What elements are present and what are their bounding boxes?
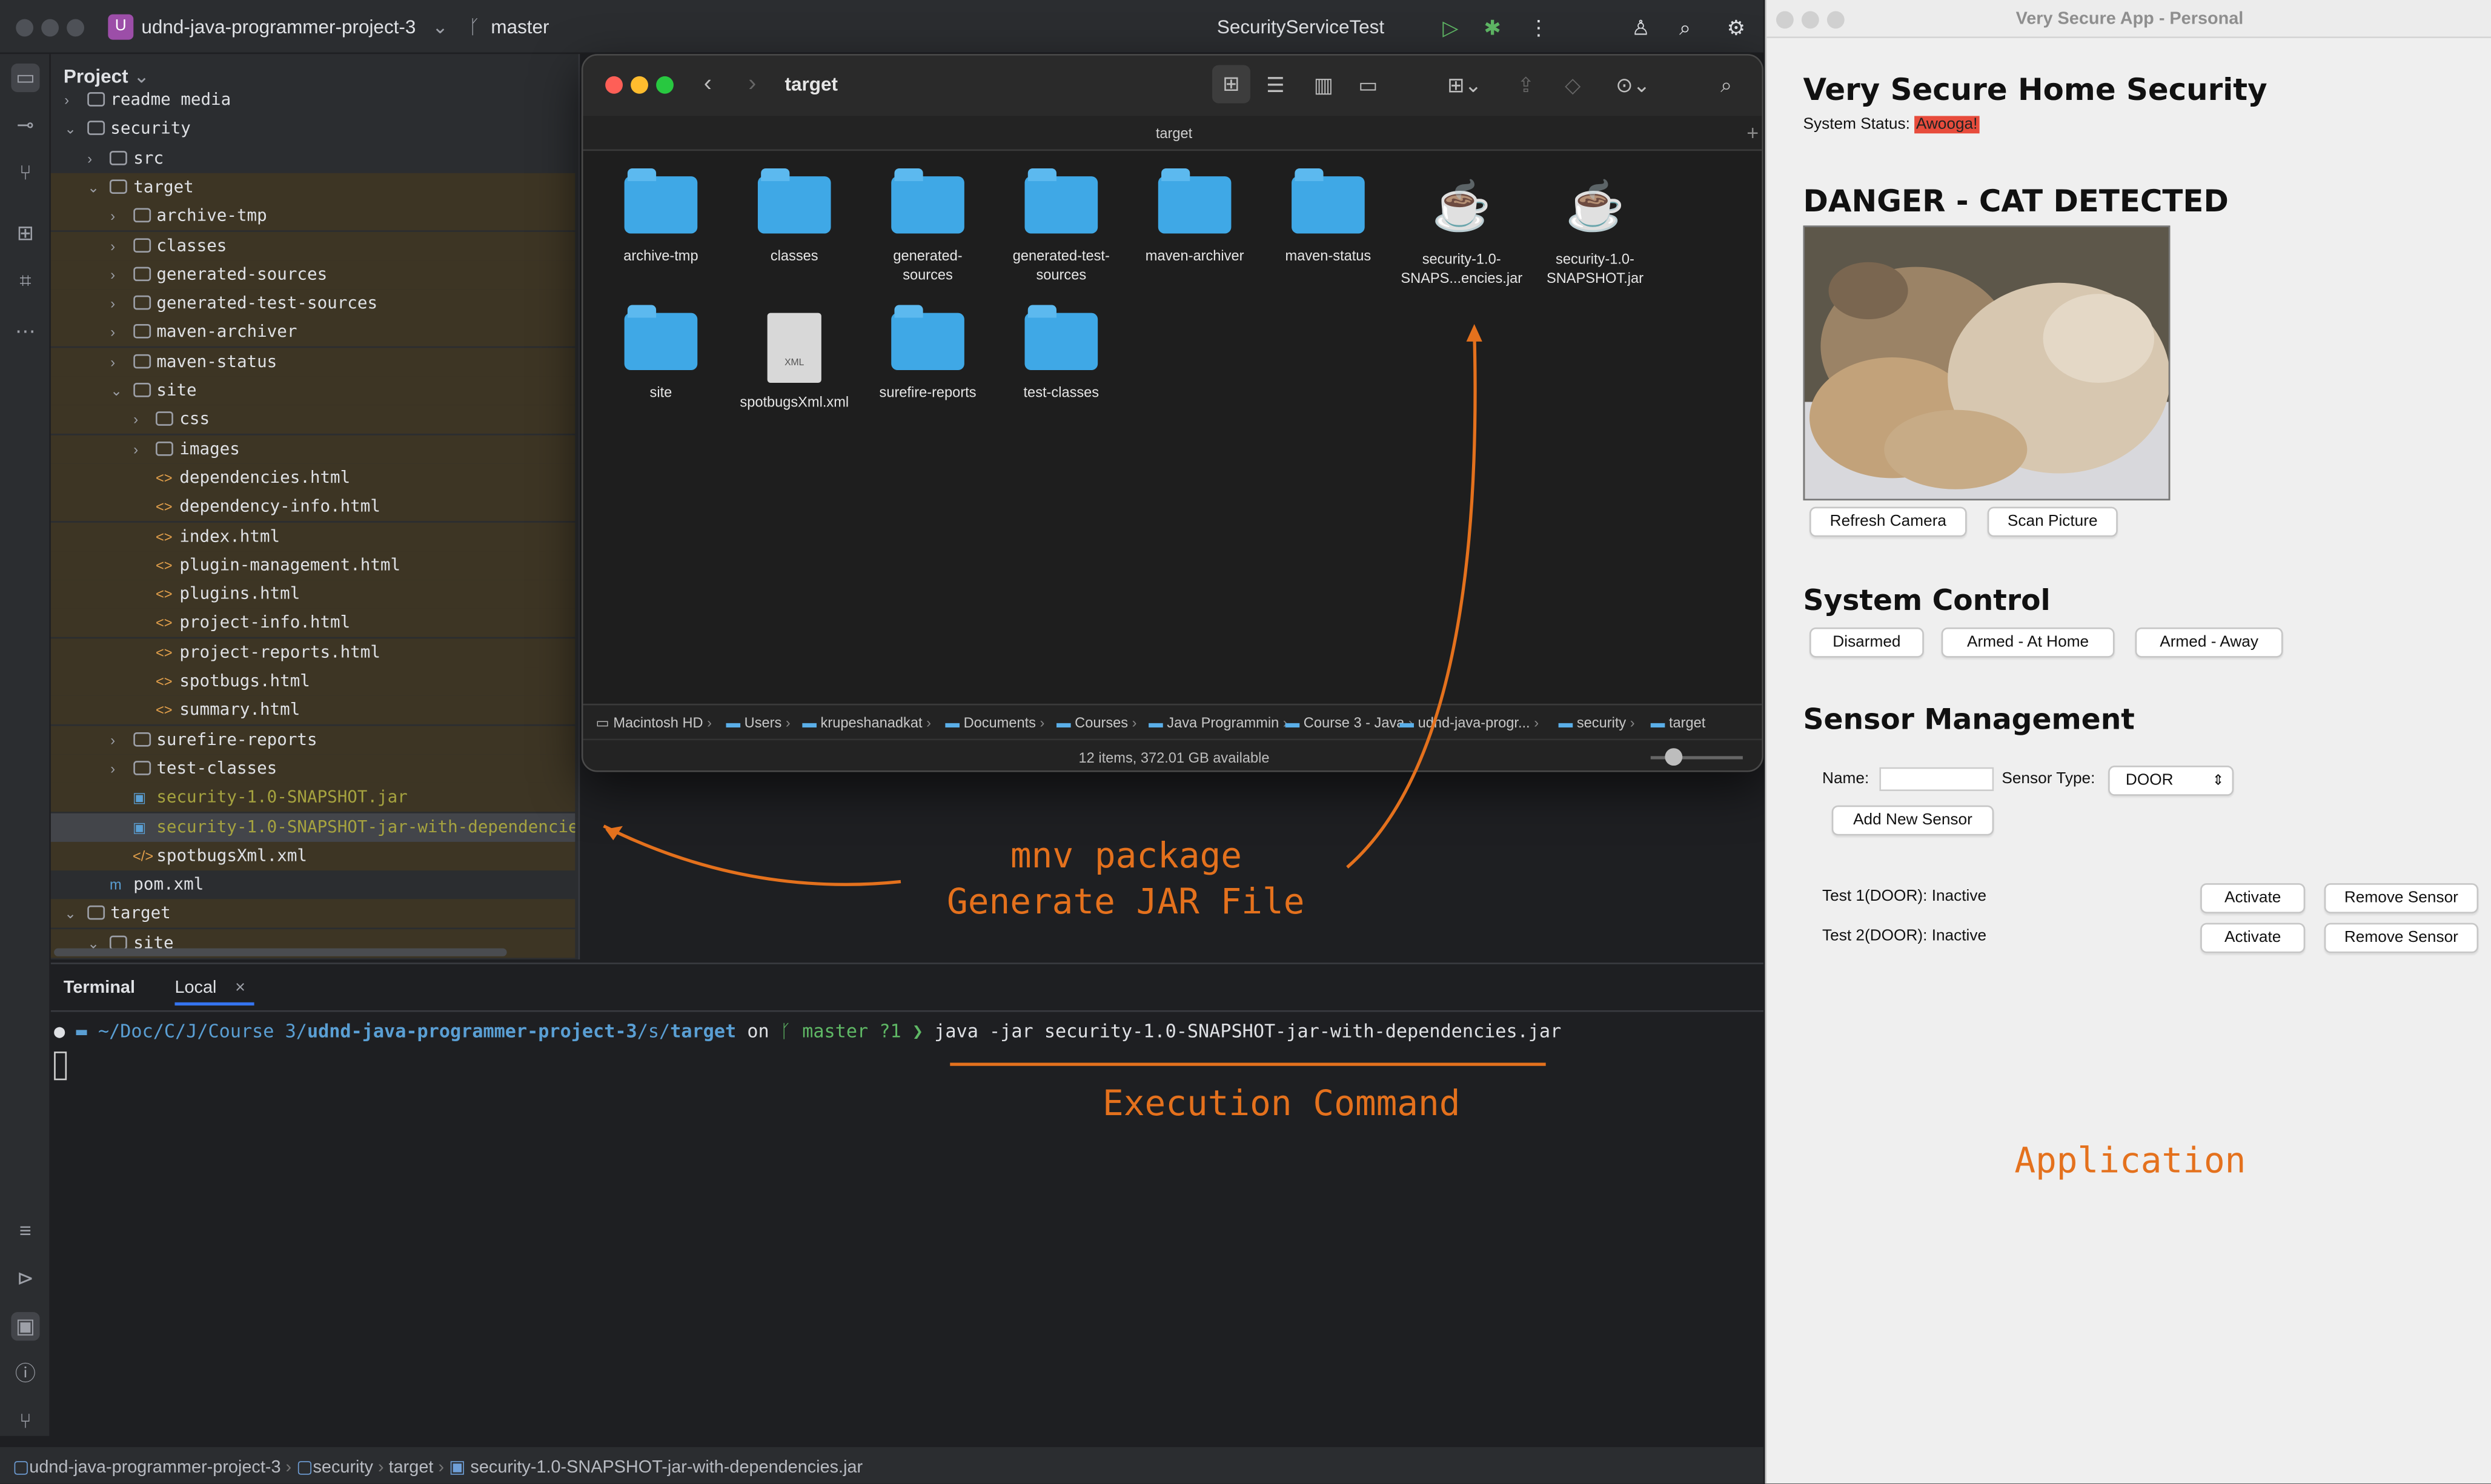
app-title-bar: Very Secure App - Personal bbox=[1766, 0, 2491, 38]
disarmed-button[interactable]: Disarmed bbox=[1809, 627, 1924, 658]
activate-sensor-button[interactable]: Activate bbox=[2200, 923, 2306, 953]
annotation-jar: Generate JAR File bbox=[947, 883, 1305, 923]
sensor-type-label: Sensor Type: bbox=[2002, 770, 2095, 788]
sensor-type-select[interactable]: DOOR ⇕ bbox=[2108, 766, 2234, 796]
app-close-dot[interactable] bbox=[1776, 11, 1794, 29]
arrow-to-jar-file bbox=[603, 824, 901, 886]
app-window-title: Very Secure App - Personal bbox=[2015, 9, 2244, 29]
select-arrows-icon: ⇕ bbox=[2212, 772, 2224, 788]
cat-picture bbox=[1805, 227, 2169, 499]
add-sensor-button[interactable]: Add New Sensor bbox=[1831, 805, 1994, 836]
annotation-app: Application bbox=[2014, 1142, 2246, 1182]
sensor-row-label: Test 1(DOOR): Inactive bbox=[1822, 887, 1987, 906]
sensor-name-input[interactable] bbox=[1879, 767, 1994, 792]
annotation-exec: Execution Command bbox=[1103, 1085, 1461, 1125]
activate-sensor-button[interactable]: Activate bbox=[2200, 883, 2306, 913]
name-label: Name: bbox=[1822, 770, 1869, 788]
status-badge: Awooga! bbox=[1914, 116, 1980, 134]
annotation-mnv: mnv package bbox=[1010, 837, 1242, 877]
refresh-camera-button[interactable]: Refresh Camera bbox=[1809, 506, 1967, 537]
system-control-heading: System Control bbox=[1803, 585, 2051, 618]
sensor-management-heading: Sensor Management bbox=[1803, 703, 2135, 737]
armed-home-button[interactable]: Armed - At Home bbox=[1941, 627, 2115, 658]
arrow-to-finder-jar bbox=[1346, 330, 1477, 869]
scan-picture-button[interactable]: Scan Picture bbox=[1987, 506, 2118, 537]
app-heading: Very Secure Home Security bbox=[1803, 73, 2267, 108]
remove-sensor-button[interactable]: Remove Sensor bbox=[2324, 923, 2479, 953]
armed-away-button[interactable]: Armed - Away bbox=[2135, 627, 2283, 658]
status-label: System Status: bbox=[1803, 116, 1910, 134]
app-minimize-dot[interactable] bbox=[1801, 11, 1819, 29]
system-status: System Status: Awooga! bbox=[1803, 116, 1980, 134]
arrow-head-up bbox=[1466, 323, 1482, 342]
camera-image bbox=[1803, 225, 2171, 501]
danger-heading: DANGER - CAT DETECTED bbox=[1803, 184, 2229, 219]
app-window: Very Secure App - Personal Very Secure H… bbox=[1765, 0, 2491, 1484]
remove-sensor-button[interactable]: Remove Sensor bbox=[2324, 883, 2479, 913]
sensor-type-value: DOOR bbox=[2125, 772, 2174, 790]
app-zoom-dot[interactable] bbox=[1826, 11, 1845, 29]
sensor-row-label: Test 2(DOOR): Inactive bbox=[1822, 927, 1987, 946]
